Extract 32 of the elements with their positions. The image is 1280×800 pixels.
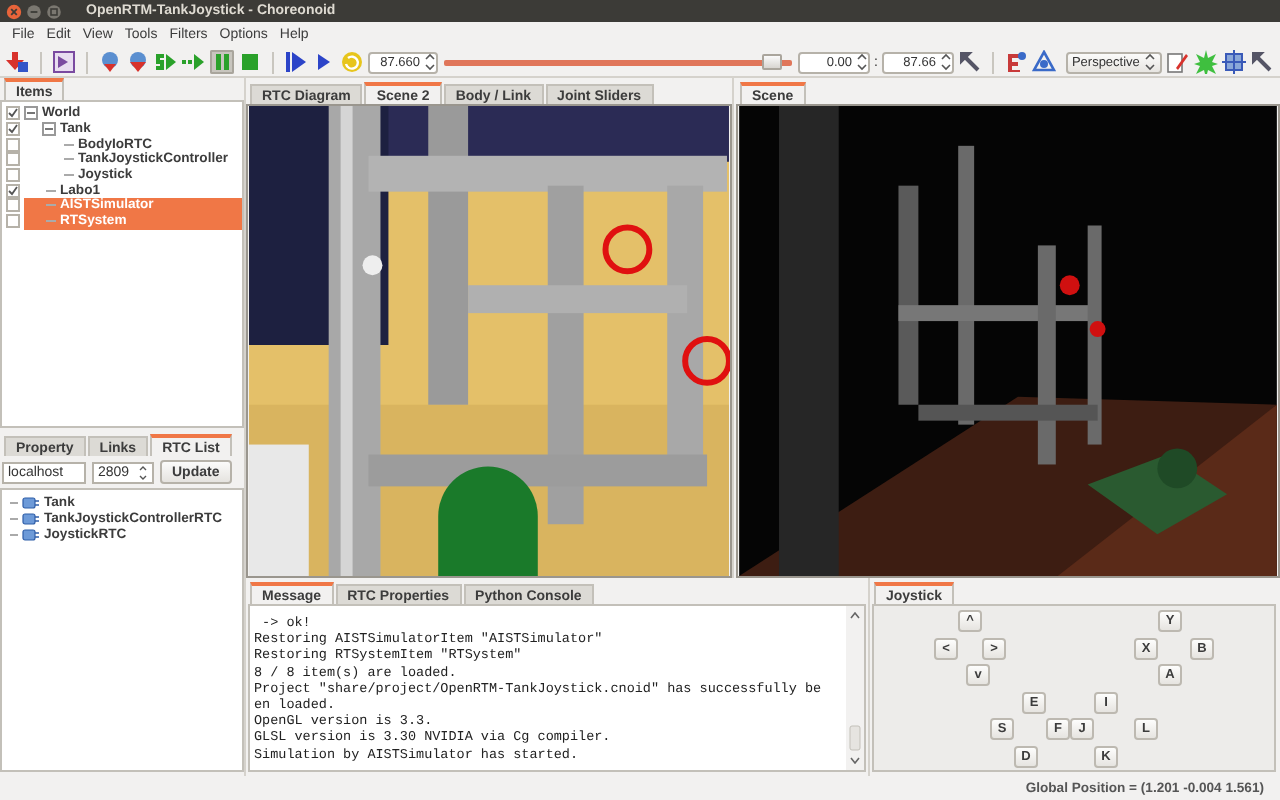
spin-arrows-icon[interactable] — [939, 52, 952, 72]
spin-arrows-icon — [1143, 52, 1156, 72]
letter-figure-icon[interactable] — [1003, 50, 1028, 74]
collapse-icon[interactable] — [42, 122, 56, 137]
minimize-icon[interactable] — [26, 3, 42, 19]
checkbox[interactable] — [6, 152, 20, 167]
maximize-icon[interactable] — [46, 3, 62, 19]
pencil-icon[interactable] — [1165, 50, 1190, 74]
checkbox[interactable] — [6, 198, 20, 213]
spin-arrows-icon[interactable] — [856, 52, 868, 72]
arrow-icon[interactable] — [6, 50, 30, 74]
play-icon[interactable] — [154, 50, 178, 74]
spin-arrows-icon[interactable] — [138, 463, 148, 481]
checkbox[interactable] — [6, 137, 20, 152]
time-slider[interactable] — [444, 59, 792, 65]
scrollbar-icon[interactable] — [846, 606, 864, 770]
spin-arrows-icon[interactable] — [424, 52, 436, 72]
checkbox[interactable] — [6, 106, 20, 121]
dark-scene-drawing[interactable] — [736, 104, 1280, 578]
collapse-icon[interactable] — [24, 106, 38, 121]
stop-icon[interactable] — [238, 50, 262, 74]
checkbox[interactable] — [6, 122, 20, 137]
grid-icon[interactable] — [1221, 50, 1246, 74]
step-forward-icon[interactable] — [182, 50, 206, 74]
pipe-scene-drawing[interactable] — [246, 104, 732, 578]
triangle-nodes-icon[interactable] — [1031, 50, 1056, 74]
checkbox[interactable] — [6, 214, 20, 229]
close-icon[interactable] — [6, 3, 22, 19]
checkbox[interactable] — [6, 168, 20, 183]
skip-forward-icon[interactable] — [284, 50, 308, 74]
checkbox[interactable] — [6, 183, 20, 198]
slider-thumb[interactable] — [761, 53, 782, 69]
